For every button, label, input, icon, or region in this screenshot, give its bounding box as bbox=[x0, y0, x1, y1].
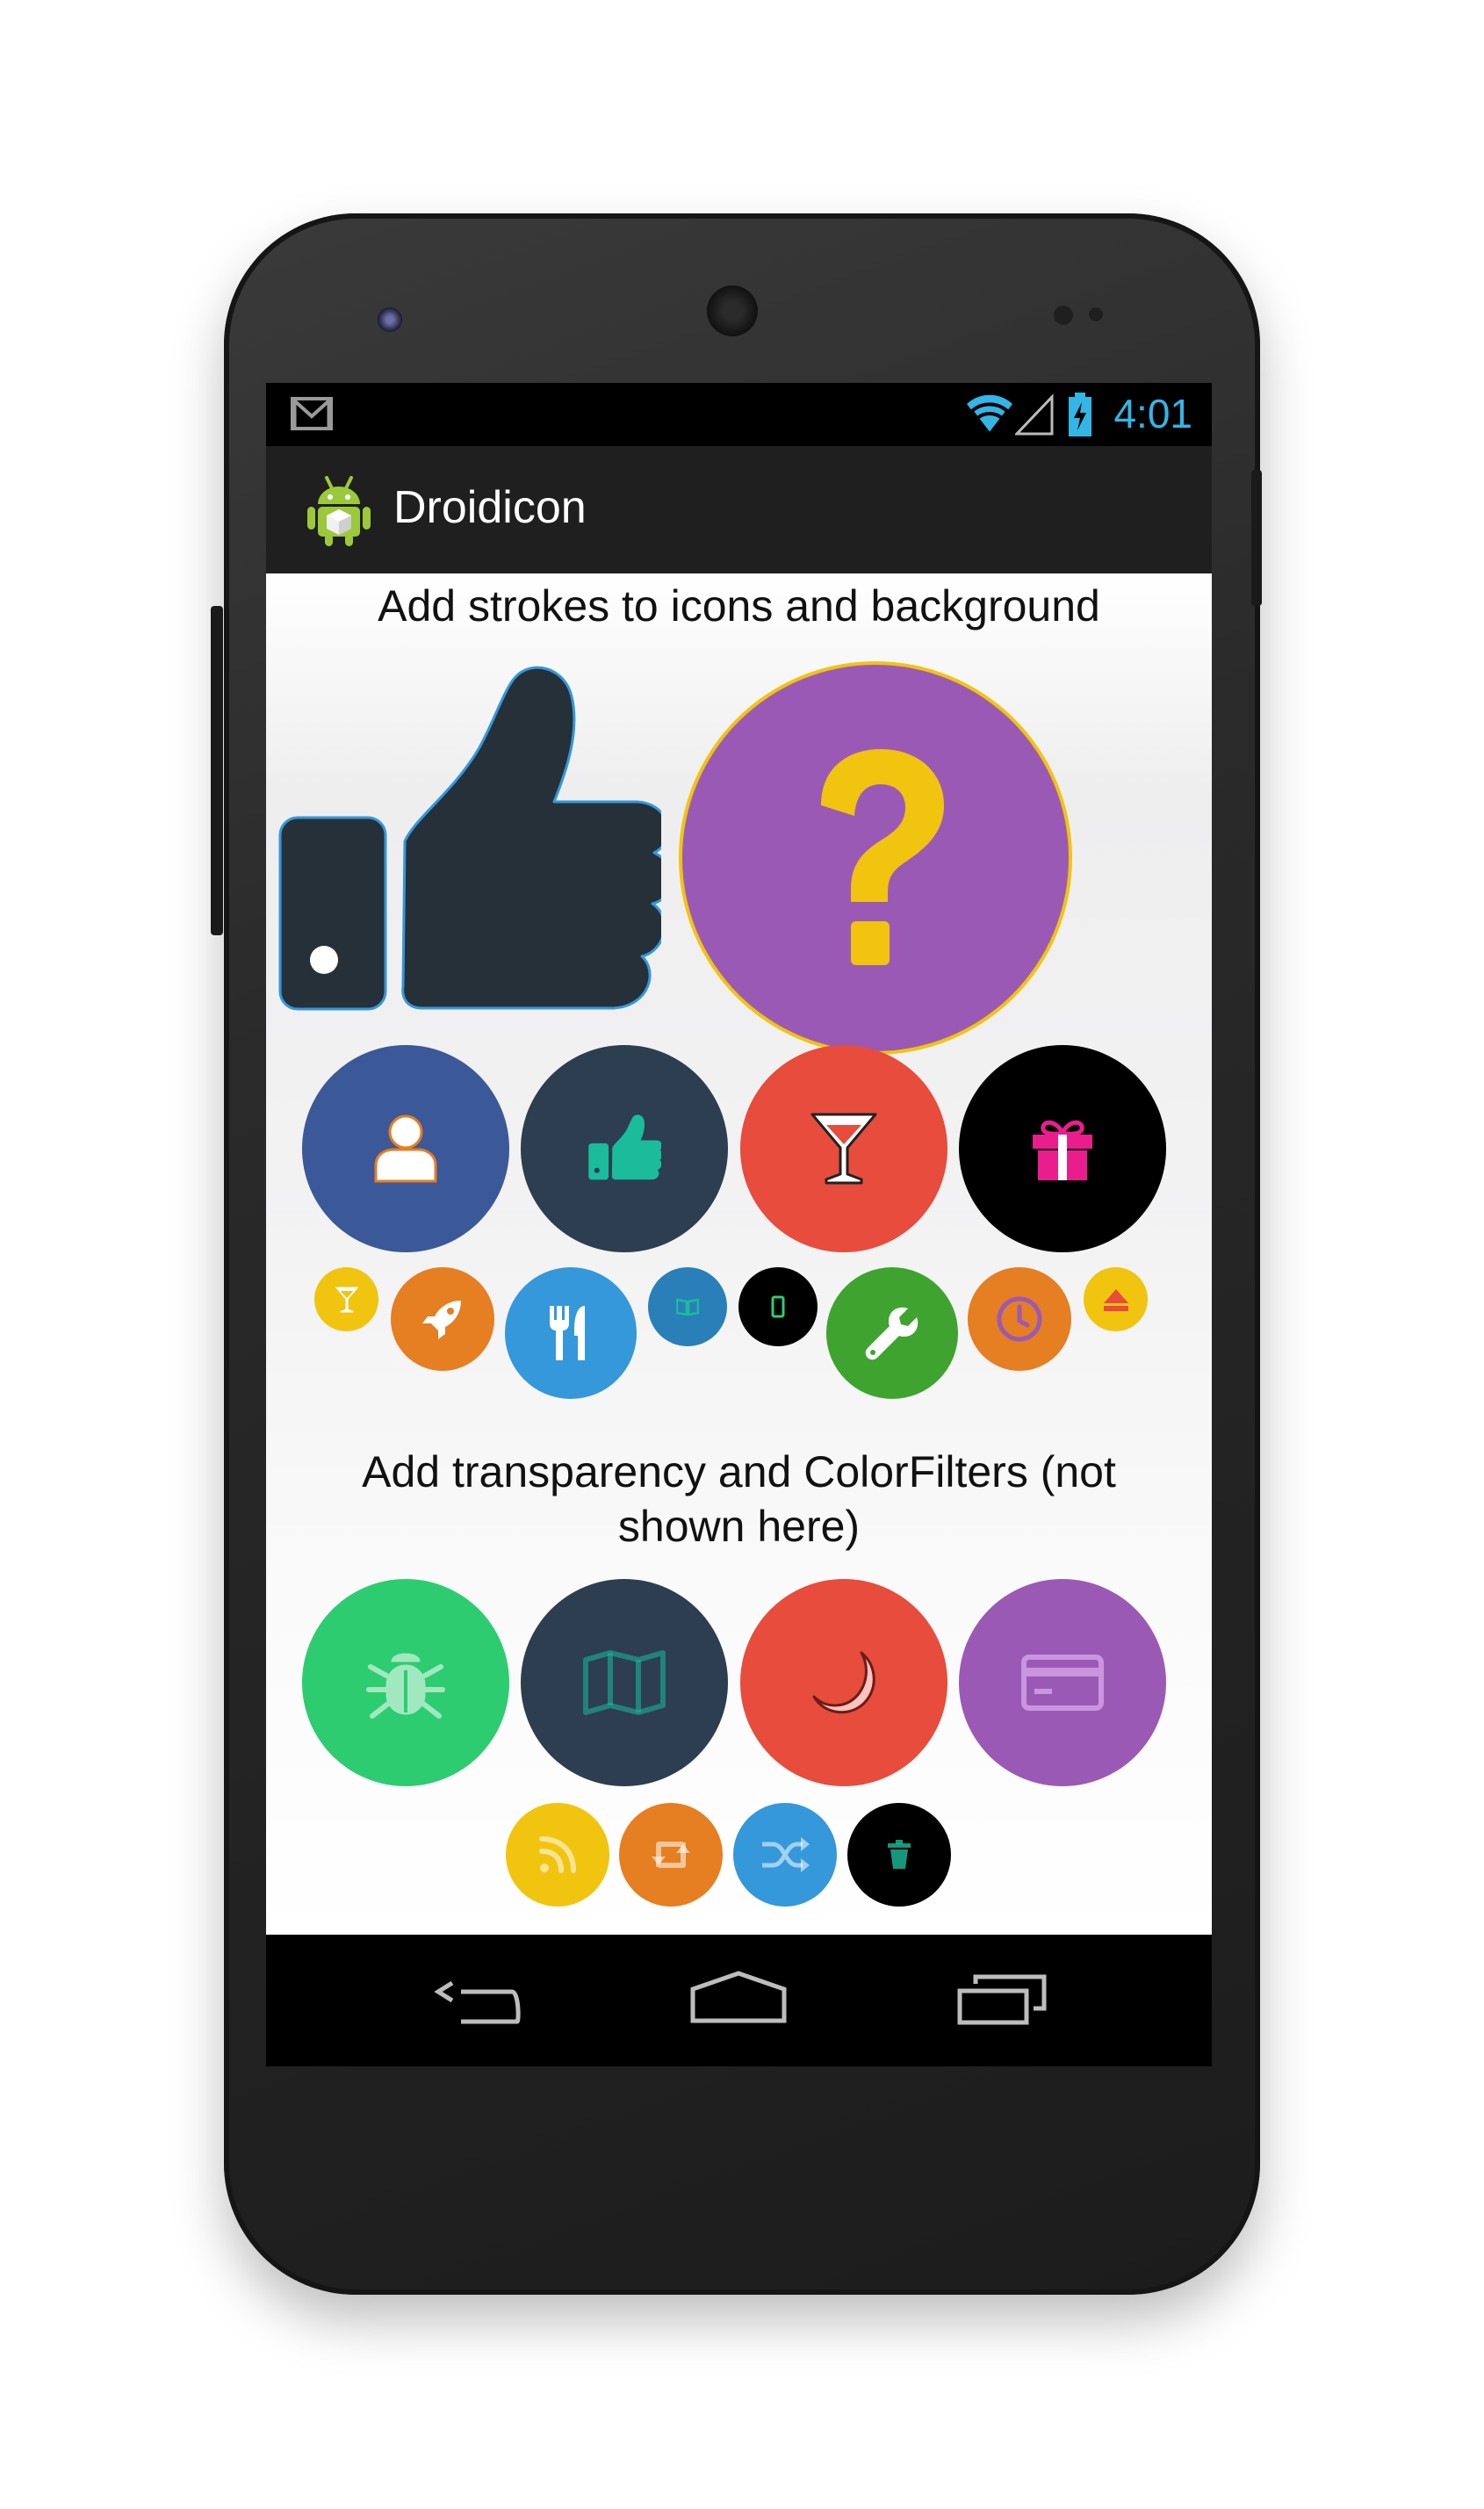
rss-circle bbox=[506, 1803, 609, 1907]
volume-button bbox=[211, 606, 223, 935]
bug-icon bbox=[366, 1653, 445, 1719]
mobile-icon bbox=[771, 1295, 785, 1318]
eject-circle bbox=[1084, 1267, 1148, 1331]
eject-icon bbox=[1103, 1288, 1128, 1311]
transparency-heading: Add transparency and ColorFilters (not s… bbox=[362, 1447, 1116, 1551]
thumbs-circle bbox=[521, 1045, 728, 1252]
battery-charging-icon bbox=[1069, 393, 1091, 436]
question-icon bbox=[821, 749, 944, 965]
credit-card-circle bbox=[959, 1579, 1166, 1786]
small-glass-circle bbox=[314, 1267, 378, 1331]
book-icon bbox=[676, 1298, 699, 1316]
glass-icon bbox=[810, 1113, 877, 1185]
retweet-circle bbox=[619, 1803, 723, 1907]
glass-icon bbox=[335, 1286, 358, 1313]
earpiece-speaker bbox=[707, 285, 758, 336]
wifi-icon bbox=[967, 394, 1012, 435]
trash-circle bbox=[847, 1803, 951, 1907]
user-circle bbox=[302, 1045, 509, 1252]
back-icon[interactable] bbox=[433, 1974, 521, 2025]
device-screen: 4:01 Droidicon Add strokes to icons and … bbox=[266, 383, 1212, 2066]
gift-circle bbox=[959, 1045, 1166, 1252]
large-thumbs-up-icon bbox=[278, 666, 661, 1011]
trash-icon bbox=[888, 1840, 911, 1869]
random-circle bbox=[733, 1803, 837, 1907]
gmail-notification-icon bbox=[291, 397, 333, 430]
cutlery-circle bbox=[505, 1267, 637, 1399]
power-button bbox=[1251, 470, 1262, 606]
light-sensor bbox=[1089, 307, 1103, 321]
action-bar: Droidicon bbox=[266, 446, 1212, 575]
retweet-icon bbox=[652, 1842, 690, 1868]
signal-icon bbox=[1015, 393, 1054, 436]
thumbs-up-icon bbox=[588, 1114, 661, 1180]
bug-circle bbox=[302, 1579, 509, 1786]
book-circle bbox=[648, 1267, 727, 1346]
clock-icon bbox=[997, 1296, 1042, 1342]
clock-circle bbox=[968, 1267, 1071, 1371]
wrench-icon bbox=[865, 1307, 918, 1360]
moon-circle bbox=[740, 1579, 947, 1786]
home-icon[interactable] bbox=[689, 1970, 788, 2026]
question-circle bbox=[682, 665, 1069, 1051]
rocket-circle bbox=[391, 1267, 494, 1371]
moon-icon bbox=[812, 1651, 875, 1714]
status-clock: 4:01 bbox=[1113, 391, 1192, 436]
app-title: Droidicon bbox=[393, 482, 587, 533]
gift-icon bbox=[1033, 1120, 1092, 1180]
glass-circle bbox=[740, 1045, 947, 1252]
wrench-circle bbox=[826, 1267, 958, 1399]
rocket-icon bbox=[422, 1301, 461, 1339]
front-camera bbox=[378, 307, 402, 332]
cutlery-icon bbox=[550, 1306, 585, 1360]
mobile-circle bbox=[738, 1267, 818, 1346]
strokes-heading: Add strokes to icons and background bbox=[378, 581, 1100, 631]
map-circle bbox=[521, 1579, 728, 1786]
user-icon bbox=[374, 1114, 437, 1183]
credit-card-icon bbox=[1021, 1655, 1104, 1711]
main-content: Add strokes to icons and background Add … bbox=[266, 573, 1212, 1935]
status-bar: 4:01 bbox=[266, 383, 1212, 446]
proximity-sensor bbox=[1054, 306, 1073, 325]
navigation-bar bbox=[266, 1935, 1212, 2066]
android-app-icon[interactable] bbox=[306, 472, 372, 546]
rss-icon bbox=[539, 1836, 576, 1873]
recent-apps-icon[interactable] bbox=[956, 1972, 1048, 2026]
random-icon bbox=[762, 1837, 810, 1872]
map-icon bbox=[583, 1650, 666, 1715]
